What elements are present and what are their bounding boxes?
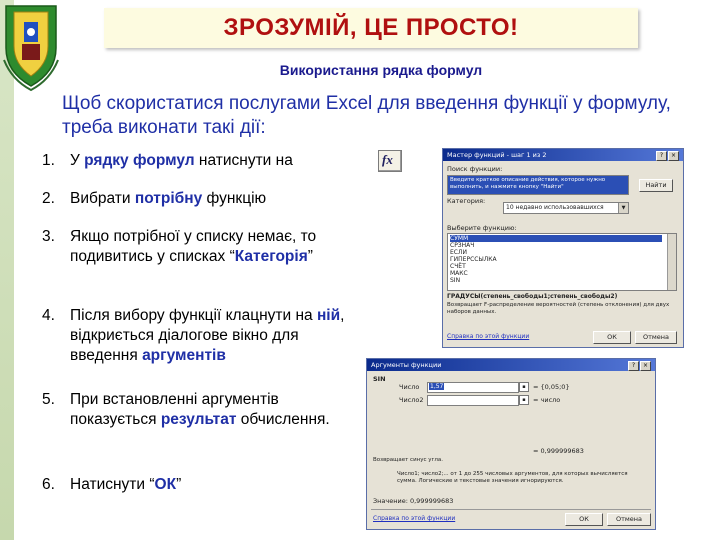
help-link[interactable]: Справка по этой функции: [373, 515, 455, 522]
help-icon[interactable]: ?: [628, 361, 639, 371]
step-number: 6.: [42, 476, 55, 493]
argument-2-input[interactable]: [427, 395, 519, 406]
step-number: 4.: [42, 307, 55, 324]
divider: [371, 509, 651, 510]
argument-2-label: Число2: [399, 396, 424, 404]
step-highlight: ній: [316, 307, 341, 324]
step-highlight: ОК: [154, 476, 177, 493]
insert-function-button[interactable]: fx: [378, 150, 402, 172]
collapse-dialog-icon[interactable]: ▪: [519, 395, 529, 405]
argument-2-result: = число: [533, 396, 561, 404]
step-highlight: Категорія: [234, 248, 308, 265]
find-button[interactable]: Найти: [639, 179, 673, 192]
argument-1-result: = {0,05;0}: [533, 383, 570, 391]
page-title: ЗРОЗУМІЙ, ЦЕ ПРОСТО!: [223, 14, 519, 41]
step-text: натиснути на: [194, 152, 293, 169]
category-select[interactable]: 10 недавно использовавшихся ▼: [503, 202, 629, 214]
step-text: Натиснути “: [70, 476, 155, 493]
dialog-title: Аргументы функции: [371, 361, 442, 369]
help-icon[interactable]: ?: [656, 151, 667, 161]
function-wizard-dialog: Мастер функций - шаг 1 из 2 ? × Поиск фу…: [442, 148, 684, 348]
search-label: Поиск функции:: [447, 165, 503, 173]
ok-button[interactable]: ОК: [565, 513, 603, 526]
step-text: Після вибору функції клацнути на: [70, 307, 317, 324]
step-text: функцію: [202, 190, 267, 207]
scrollbar[interactable]: [667, 234, 676, 290]
function-description: Возвращает синус угла.: [373, 457, 444, 463]
function-search-input[interactable]: Введите краткое описание действия, котор…: [447, 175, 629, 195]
function-list[interactable]: СУММ СРЗНАЧ ЕСЛИ ГИПЕРССЫЛКА СЧЁТ МАКС S…: [447, 233, 677, 291]
step-highlight: результат: [160, 411, 237, 428]
cancel-button[interactable]: Отмена: [607, 513, 651, 526]
step-number: 5.: [42, 391, 55, 408]
step-number: 1.: [42, 152, 55, 169]
step-highlight: потрібну: [134, 190, 203, 207]
step-text: обчислення.: [236, 411, 330, 428]
cancel-button[interactable]: Отмена: [635, 331, 677, 344]
step-text: ”: [176, 476, 182, 493]
value-display: Значение: 0,999999683: [373, 497, 454, 505]
step-number: 3.: [42, 228, 55, 245]
help-link[interactable]: Справка по этой функции: [447, 333, 529, 340]
close-icon[interactable]: ×: [668, 151, 679, 161]
chevron-down-icon: ▼: [618, 203, 628, 213]
list-item[interactable]: СУММ: [450, 235, 662, 242]
step-text: ”: [307, 248, 313, 265]
step-highlight: рядку формул: [84, 152, 195, 169]
function-signature: ГРАДУСЫ(степень_свободы1;степень_свободы…: [447, 293, 618, 300]
list-item[interactable]: SIN: [450, 277, 460, 284]
argument-1-label: Число: [399, 383, 420, 391]
list-item[interactable]: ГИПЕРССЫЛКА: [450, 256, 497, 263]
page-subtitle: Використання рядка формул: [279, 62, 483, 78]
category-label: Категория:: [447, 197, 486, 205]
close-icon[interactable]: ×: [640, 361, 651, 371]
function-description: Возвращает F-распределение вероятностей …: [447, 302, 670, 315]
list-item[interactable]: ЕСЛИ: [450, 249, 467, 256]
step-number: 2.: [42, 190, 55, 207]
list-item[interactable]: МАКС: [450, 270, 468, 277]
ok-button[interactable]: ОК: [593, 331, 631, 344]
dialog-titlebar: Аргументы функции ? ×: [367, 359, 655, 371]
dialog-titlebar: Мастер функций - шаг 1 из 2 ? ×: [443, 149, 683, 161]
function-name: SIN: [373, 375, 386, 383]
coat-of-arms-logo: [3, 5, 59, 92]
argument-1-input[interactable]: 1,57: [427, 382, 519, 393]
intro-text: Щоб скористатися послугами Excel для вве…: [62, 93, 671, 138]
function-arguments-dialog: Аргументы функции ? × SIN Число 1,57 ▪ =…: [366, 358, 656, 530]
dialog-title: Мастер функций - шаг 1 из 2: [447, 151, 547, 159]
step-highlight: аргументів: [142, 347, 226, 364]
step-text: У: [70, 152, 85, 169]
step-text: Вибрати: [70, 190, 135, 207]
function-list-label: Выберите функцию:: [447, 224, 517, 232]
list-item[interactable]: СЧЁТ: [450, 263, 466, 270]
title-banner: ЗРОЗУМІЙ, ЦЕ ПРОСТО!: [104, 8, 638, 48]
formula-result: = 0,999999683: [533, 447, 584, 455]
list-item[interactable]: СРЗНАЧ: [450, 242, 474, 249]
collapse-dialog-icon[interactable]: ▪: [519, 382, 529, 392]
argument-help: Число1; число2;... от 1 до 255 числовых …: [397, 471, 628, 484]
insert-function-icon: fx: [382, 152, 393, 167]
